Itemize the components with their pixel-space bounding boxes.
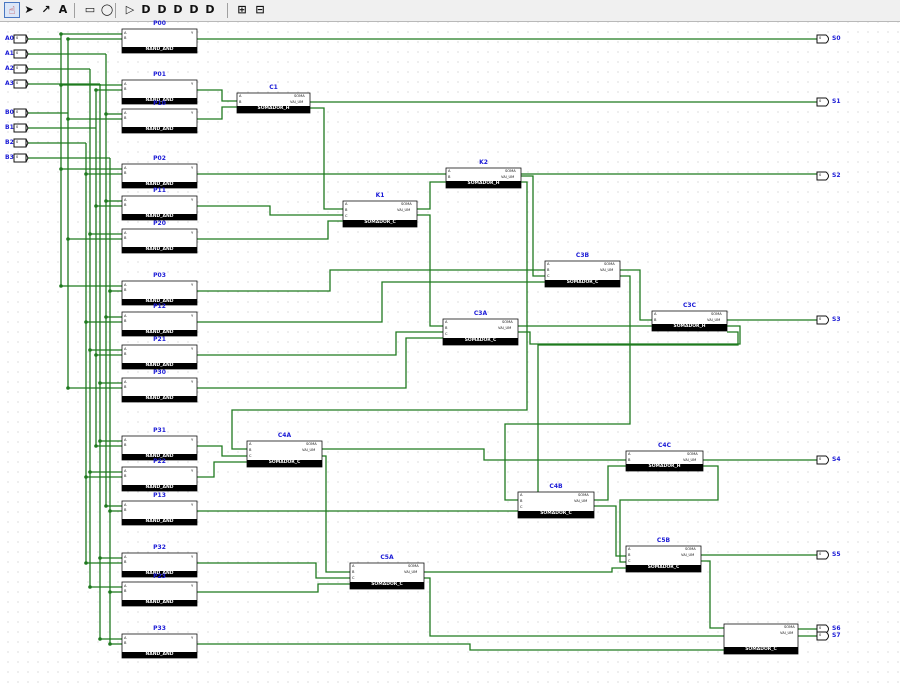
nand-and-p23[interactable] [121, 581, 198, 607]
nor-gate-icon: D [205, 3, 215, 16]
nand-gate-icon: D [189, 3, 199, 16]
nand-and-p22[interactable] [121, 466, 198, 492]
nand-and-p11[interactable] [121, 195, 198, 221]
nand-and-p13[interactable] [121, 500, 198, 526]
output-pin-s4 [816, 455, 829, 465]
somador-h-c1[interactable] [236, 92, 311, 114]
poke-tool[interactable]: ☝ [4, 2, 20, 18]
output-pin-icon: ◯ [100, 3, 114, 16]
somador-c-c5a[interactable] [349, 562, 425, 590]
splitter-tool[interactable]: ⊟ [252, 2, 268, 18]
somador-c-c3b[interactable] [544, 260, 621, 288]
toolbar-separator [74, 3, 75, 18]
or-gate-icon: D [157, 3, 167, 16]
somador-c-final[interactable] [723, 623, 799, 655]
nand-and-p30[interactable] [121, 377, 198, 403]
nand-and-p01[interactable] [121, 79, 198, 105]
output-pin-s1 [816, 97, 829, 107]
nand-and-p12[interactable] [121, 311, 198, 337]
nand-and-p33[interactable] [121, 633, 198, 659]
toolbar-separator [227, 3, 228, 18]
output-pin-s5 [816, 550, 829, 560]
poke-icon: ☝ [8, 4, 16, 17]
splitter-icon: ⊟ [255, 3, 265, 16]
nand-and-p03[interactable] [121, 280, 198, 306]
or-gate-tool[interactable]: D [154, 2, 170, 18]
toolbar-separator [115, 3, 116, 18]
input-pin-b0[interactable] [13, 108, 29, 118]
input-pin-a2[interactable] [13, 64, 29, 74]
text-icon: A [58, 3, 68, 16]
xor-gate-icon: D [173, 3, 183, 16]
output-pin-s2 [816, 171, 829, 181]
circuit-canvas[interactable] [0, 22, 900, 687]
somador-h-c3c[interactable] [651, 310, 728, 332]
somador-c-k1[interactable] [342, 200, 418, 228]
somador-h-k2[interactable] [445, 167, 522, 189]
wiring-icon: ↗ [41, 3, 51, 16]
nand-and-p32[interactable] [121, 552, 198, 578]
somador-h-c4c[interactable] [625, 450, 704, 472]
nand-gate-tool[interactable]: D [186, 2, 202, 18]
output-pin-tool[interactable]: ◯ [99, 2, 115, 18]
xor-gate-tool[interactable]: D [170, 2, 186, 18]
input-pin-a1[interactable] [13, 49, 29, 59]
toolbar: ☝ ➤ ↗ A ▭ ◯ ▷ D D D D D ⊞ ⊟ [0, 0, 900, 22]
subcircuit-icon: ⊞ [237, 3, 247, 16]
output-pin-s7 [816, 631, 829, 641]
somador-c-c5b[interactable] [625, 545, 702, 573]
nand-and-p31[interactable] [121, 435, 198, 461]
somador-c-c4b[interactable] [517, 491, 595, 519]
nand-and-p02[interactable] [121, 163, 198, 189]
nor-gate-tool[interactable]: D [202, 2, 218, 18]
and-gate-icon: D [141, 3, 151, 16]
somador-c-c3a[interactable] [442, 318, 519, 346]
output-pin-s3 [816, 315, 829, 325]
not-gate-tool[interactable]: ▷ [122, 2, 138, 18]
input-pin-a0[interactable] [13, 34, 29, 44]
input-pin-b1[interactable] [13, 123, 29, 133]
output-pin-s0 [816, 34, 829, 44]
nand-and-p10[interactable] [121, 108, 198, 134]
nand-and-p21[interactable] [121, 344, 198, 370]
somador-c-c4a[interactable] [246, 440, 323, 468]
text-tool[interactable]: A [55, 2, 71, 18]
input-pin-a3[interactable] [13, 79, 29, 89]
select-icon: ➤ [24, 3, 34, 16]
wiring-tool[interactable]: ↗ [38, 2, 54, 18]
subcircuit-tool[interactable]: ⊞ [234, 2, 250, 18]
input-pin-b2[interactable] [13, 138, 29, 148]
nand-and-p20[interactable] [121, 228, 198, 254]
circuit-diagram[interactable] [0, 22, 900, 687]
and-gate-tool[interactable]: D [138, 2, 154, 18]
nand-and-p00[interactable] [121, 28, 198, 54]
input-pin-tool[interactable]: ▭ [82, 2, 98, 18]
input-pin-b3[interactable] [13, 153, 29, 163]
not-gate-icon: ▷ [125, 3, 135, 16]
input-pin-icon: ▭ [84, 3, 96, 16]
select-tool[interactable]: ➤ [21, 2, 37, 18]
